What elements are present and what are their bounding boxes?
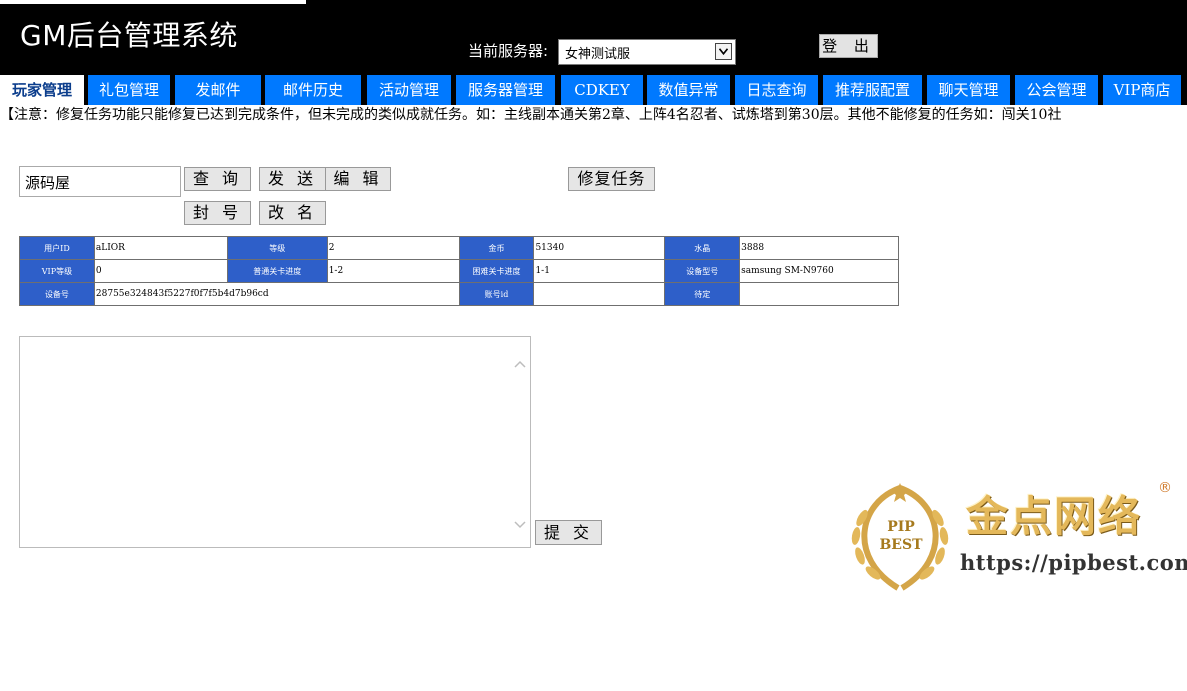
tab-player-management[interactable]: 玩家管理 xyxy=(0,75,84,105)
scroll-up-icon[interactable] xyxy=(514,353,526,372)
edit-button[interactable]: 编 辑 xyxy=(325,167,391,191)
table-row: 设备号 28755e324843f5227f0f7f5b4d7b96cd 账号i… xyxy=(19,282,899,306)
server-select[interactable]: 女神测试服 xyxy=(558,39,736,65)
table-row: VIP等级 0 普通关卡进度 1-2 困难关卡进度 1-1 设备型号 samsu… xyxy=(19,259,899,283)
player-search-input[interactable]: 源码屋 xyxy=(19,166,181,197)
table-row: 用户ID aLIOR 等级 2 金币 51340 水晶 3888 xyxy=(19,236,899,260)
tab-server-management[interactable]: 服务器管理 xyxy=(456,75,555,105)
device-id-value: 28755e324843f5227f0f7f5b4d7b96cd xyxy=(93,282,460,306)
level-value: 2 xyxy=(326,236,460,260)
normal-stage-label: 普通关卡进度 xyxy=(226,259,328,283)
query-button[interactable]: 查 询 xyxy=(184,167,251,191)
tab-chat-management[interactable]: 聊天管理 xyxy=(927,75,1010,105)
repair-task-button[interactable]: 修复任务 xyxy=(568,167,655,191)
tab-mail-history[interactable]: 邮件历史 xyxy=(265,75,361,105)
chevron-down-icon[interactable] xyxy=(715,43,732,60)
level-label: 等级 xyxy=(226,236,328,260)
gold-label: 金币 xyxy=(458,236,535,260)
player-search-value: 源码屋 xyxy=(25,174,71,192)
tab-vip-shop[interactable]: VIP商店 xyxy=(1103,75,1181,105)
content-textarea[interactable] xyxy=(19,336,531,548)
device-model-label: 设备型号 xyxy=(664,259,741,283)
tab-log-query[interactable]: 日志查询 xyxy=(735,75,818,105)
player-info-table: 用户ID aLIOR 等级 2 金币 51340 水晶 3888 VIP等级 0… xyxy=(19,236,899,306)
app-title: GM后台管理系统 xyxy=(20,19,238,52)
logout-button[interactable]: 登 出 xyxy=(819,34,878,58)
header-strip xyxy=(0,0,306,4)
user-id-label: 用户ID xyxy=(19,236,95,260)
tab-send-mail[interactable]: 发邮件 xyxy=(175,75,261,105)
crystal-value: 3888 xyxy=(739,236,899,260)
pending-value xyxy=(739,282,899,306)
notice-text: 【注意：修复任务功能只能修复已达到完成条件，但未完成的类似成就任务。如：主线副本… xyxy=(0,107,1062,123)
account-id-label: 账号id xyxy=(458,282,535,306)
submit-button[interactable]: 提 交 xyxy=(535,520,602,545)
user-id-value: aLIOR xyxy=(93,236,228,260)
registered-mark: ® xyxy=(1158,480,1172,496)
gold-value: 51340 xyxy=(533,236,666,260)
server-label: 当前服务器: xyxy=(468,42,549,60)
crystal-label: 水晶 xyxy=(664,236,741,260)
rename-button[interactable]: 改 名 xyxy=(259,201,326,225)
normal-stage-value: 1-2 xyxy=(326,259,460,283)
tab-guild-management[interactable]: 公会管理 xyxy=(1015,75,1098,105)
account-id-value xyxy=(533,282,666,306)
tab-cdkey[interactable]: CDKEY xyxy=(561,75,643,105)
device-model-value: samsung SM-N9760 xyxy=(739,259,899,283)
tab-value-anomaly[interactable]: 数值异常 xyxy=(647,75,730,105)
vip-level-value: 0 xyxy=(93,259,228,283)
tab-gift-management[interactable]: 礼包管理 xyxy=(88,75,170,105)
hard-stage-label: 困难关卡进度 xyxy=(458,259,535,283)
tab-recommend-server[interactable]: 推荐服配置 xyxy=(823,75,922,105)
hard-stage-value: 1-1 xyxy=(533,259,666,283)
tab-activity-management[interactable]: 活动管理 xyxy=(367,75,451,105)
vip-level-label: VIP等级 xyxy=(19,259,95,283)
scroll-down-icon[interactable] xyxy=(514,514,526,533)
ban-account-button[interactable]: 封 号 xyxy=(184,201,251,225)
watermark-name: 金点网络 xyxy=(966,492,1143,541)
device-id-label: 设备号 xyxy=(19,282,95,306)
watermark-badge-text: PIP BEST xyxy=(879,519,923,553)
send-button[interactable]: 发 送 xyxy=(259,167,326,191)
pending-label: 待定 xyxy=(664,282,741,306)
watermark-url: https://pipbest.com xyxy=(960,550,1187,575)
server-select-value: 女神测试服 xyxy=(565,47,631,62)
